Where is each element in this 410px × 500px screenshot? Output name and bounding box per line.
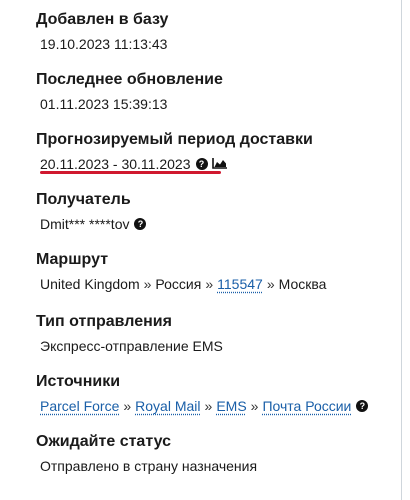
- sources-value-row: Parcel Force » Royal Mail » EMS » Почта …: [40, 397, 398, 415]
- route-separator: »: [143, 276, 152, 292]
- added-section: Добавлен в базу 19.10.2023 11:13:43: [36, 10, 398, 53]
- delivery-label: Прогнозируемый период доставки: [36, 131, 313, 148]
- recipient-label: Получатель: [36, 191, 131, 208]
- updated-value: 01.11.2023 15:39:13: [40, 96, 168, 112]
- question-circle-icon[interactable]: ?: [195, 158, 208, 170]
- sources-label: Источники: [36, 373, 121, 390]
- status-section: Ожидайте статус Отправлено в страну назн…: [36, 432, 398, 475]
- page-edge-divider: [401, 0, 402, 500]
- route-postcode-link[interactable]: 115547: [217, 275, 263, 293]
- source-link-ems[interactable]: EMS: [216, 397, 246, 415]
- delivery-highlight-underline: [40, 171, 221, 174]
- route-country: Россия: [155, 276, 202, 292]
- updated-section: Последнее обновление 01.11.2023 15:39:13: [36, 70, 398, 113]
- shipment-type-label: Тип отправления: [36, 313, 172, 330]
- status-label: Ожидайте статус: [36, 433, 171, 450]
- question-circle-icon[interactable]: ?: [134, 218, 147, 230]
- added-label: Добавлен в базу: [36, 11, 169, 28]
- route-separator: »: [266, 276, 275, 292]
- sources-section: Источники Parcel Force » Royal Mail » EM…: [36, 372, 398, 415]
- sources-separator: »: [123, 398, 132, 414]
- status-value: Отправлено в страну назначения: [40, 458, 258, 474]
- source-link-parcel-force[interactable]: Parcel Force: [40, 397, 119, 415]
- sources-separator: »: [250, 398, 259, 414]
- shipment-type-value: Экспресс-отправление EMS: [40, 338, 223, 354]
- question-circle-icon[interactable]: ?: [356, 400, 369, 412]
- added-value: 19.10.2023 11:13:43: [40, 36, 168, 52]
- route-separator: »: [205, 276, 214, 292]
- route-city: Москва: [278, 276, 327, 292]
- recipient-value-row: Dmit*** ****tov ?: [40, 215, 398, 233]
- delivery-section: Прогнозируемый период доставки 20.11.202…: [36, 130, 398, 173]
- recipient-section: Получатель Dmit*** ****tov ?: [36, 190, 398, 233]
- source-link-royal-mail[interactable]: Royal Mail: [135, 397, 200, 415]
- route-label: Маршрут: [36, 251, 109, 268]
- shipment-type-section: Тип отправления Экспресс-отправление EMS: [36, 312, 398, 355]
- sources-separator: »: [204, 398, 213, 414]
- route-value-row: United Kingdom » Россия » 115547 » Москв…: [40, 275, 398, 293]
- recipient-value: Dmit*** ****tov: [40, 216, 130, 232]
- route-origin: United Kingdom: [40, 276, 140, 292]
- source-link-pochta-rossii[interactable]: Почта России: [262, 397, 351, 415]
- route-section: Маршрут United Kingdom » Россия » 115547…: [36, 250, 398, 293]
- updated-label: Последнее обновление: [36, 71, 223, 88]
